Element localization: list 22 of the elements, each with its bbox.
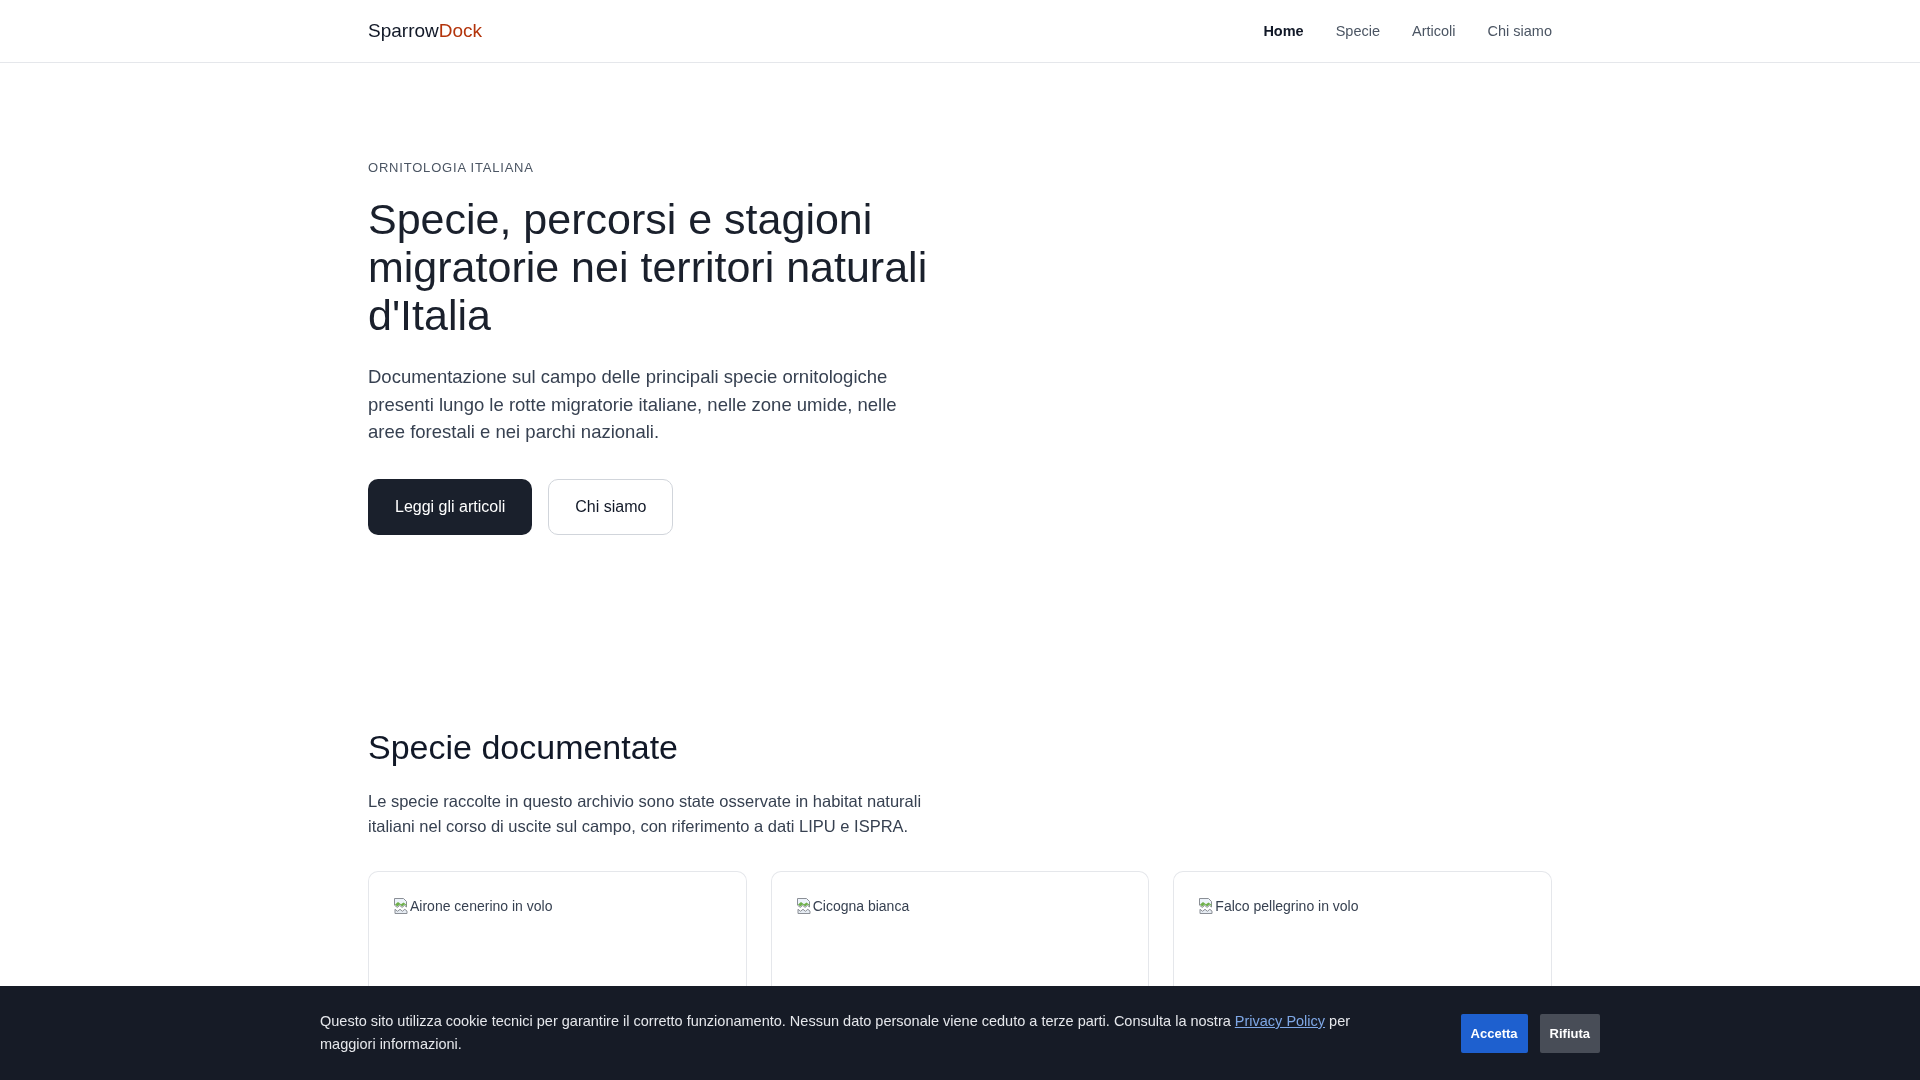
broken-image-icon (393, 897, 409, 914)
reject-button[interactable]: Rifiuta (1539, 1013, 1600, 1053)
hero-heading: Specie, percorsi e stagioni migratorie nei territori naturali d'Italia (368, 195, 929, 339)
nav-link[interactable]: Home (1263, 23, 1304, 39)
image-alt-text: Cicogna bianca (812, 896, 910, 916)
broken-image-icon (795, 897, 812, 914)
accept-button[interactable]: Accetta (1460, 1013, 1528, 1053)
section-description: Le specie raccolte in questo archivio sono state osservate in habitat naturali italiani nel corso di uscite sul campo, con riferimento a dati LIPU e ISPRA. (368, 790, 923, 837)
section-heading: Specie documentate (368, 726, 679, 768)
about-button[interactable]: Chi siamo (548, 478, 674, 535)
image-alt-text: Airone cenerino in volo (410, 896, 553, 916)
broken-image-icon (1198, 897, 1215, 914)
articles-button[interactable]: Leggi gli articoli (368, 478, 533, 535)
nav-link[interactable]: Specie (1335, 23, 1380, 39)
nav-link[interactable]: Articoli (1412, 23, 1456, 39)
hero-description: Documentazione sul campo delle principali specie ornitologiche presenti lungo le rotte migratorie italiane, nelle zone umide, nelle aree forestali e nei parchi nazionali. (368, 365, 898, 444)
cookie-notice-text: Questo sito utilizza cookie tecnici per garantire il corretto funzionamento. Nessun dato personale viene ceduto a terze parti. Consulta la nostra Privacy Policy per maggiori informazioni. (320, 1012, 1352, 1054)
privacy-policy-link[interactable]: Privacy Policy (1234, 1013, 1326, 1029)
eyebrow-text: ORNITOLOGIA ITALIANA (368, 159, 535, 177)
image-alt-text: Falco pellegrino in volo (1215, 896, 1359, 916)
site-logo[interactable]: SparrowDock (368, 20, 483, 42)
nav-link[interactable]: Chi siamo (1487, 23, 1552, 39)
